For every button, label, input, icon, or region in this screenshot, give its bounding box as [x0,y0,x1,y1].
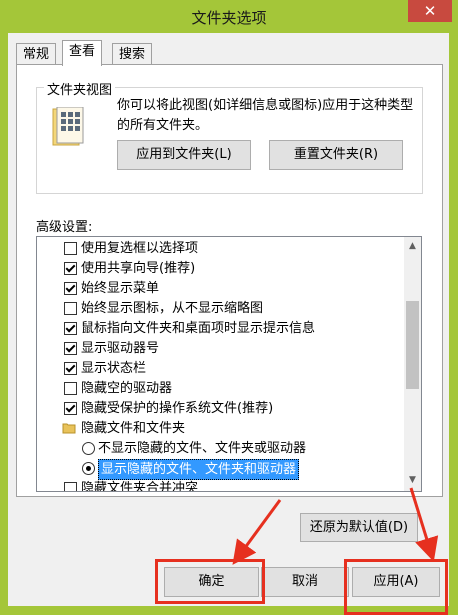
arrow-to-ok [232,499,282,565]
annotation-arrows [232,487,439,565]
arrow-to-apply [409,487,439,562]
